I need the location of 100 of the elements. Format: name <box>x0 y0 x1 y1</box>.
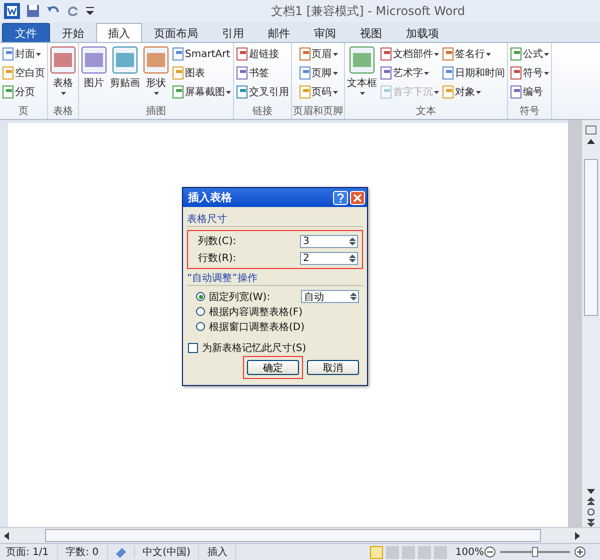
group-label: 符号 <box>518 105 540 119</box>
ribbon-tab[interactable]: 页面布局 <box>142 23 210 42</box>
ribbon-tab[interactable]: 引用 <box>210 23 256 42</box>
ribbon-button[interactable]: SmartArt <box>171 45 232 63</box>
ribbon-button[interactable]: 签名行 <box>441 45 506 63</box>
ribbon-button[interactable]: 图表 <box>171 64 232 82</box>
ribbon-icon <box>380 66 392 80</box>
status-text: 页面: 1/1 <box>4 545 58 559</box>
checkbox[interactable] <box>188 342 198 352</box>
dropdown-field[interactable]: 自动 <box>301 290 359 303</box>
browse-object-icon[interactable] <box>587 508 595 516</box>
number-spinner[interactable]: 3 <box>300 234 358 248</box>
scroll-left-icon[interactable] <box>4 532 9 540</box>
ribbon-button[interactable]: 书签 <box>235 64 290 82</box>
ribbon-button[interactable]: 图片 <box>80 45 108 105</box>
ribbon-button[interactable]: 封面 <box>1 45 46 63</box>
ribbon-icon <box>442 66 454 80</box>
ribbon-icon <box>172 66 184 80</box>
ribbon-button[interactable]: 日期和时间 <box>441 64 506 82</box>
ribbon-button[interactable]: 文本框 <box>346 45 378 105</box>
ribbon-icon <box>236 47 248 61</box>
ribbon-icon <box>510 85 522 99</box>
ribbon-large-icon <box>112 46 138 74</box>
ribbon-button[interactable]: 空白页 <box>1 64 46 82</box>
ribbon-button[interactable]: 页眉 <box>298 45 338 63</box>
scroll-right-icon[interactable] <box>575 532 580 540</box>
scroll-down-icon[interactable] <box>587 489 595 494</box>
ribbon-button[interactable]: 页码 <box>298 83 338 101</box>
ribbon-button[interactable]: 公式 <box>509 45 550 63</box>
spin-arrows-icon[interactable] <box>349 292 358 301</box>
option-label[interactable]: 根据窗口调整表格(D) <box>209 320 305 334</box>
option-label[interactable]: 根据内容调整表格(F) <box>209 304 303 318</box>
ribbon-icon <box>236 66 248 80</box>
ribbon-icon <box>298 47 310 61</box>
radio-button[interactable] <box>196 322 205 331</box>
ribbon-button[interactable]: 艺术字 <box>379 64 440 82</box>
ribbon-button[interactable]: 超链接 <box>235 45 290 63</box>
ribbon-icon <box>172 85 184 99</box>
section-heading: 表格尺寸 <box>187 212 363 227</box>
redo-icon[interactable] <box>66 4 80 18</box>
group-label: 插图 <box>145 105 167 119</box>
field-label: 行数(R): <box>198 252 236 265</box>
zoom-percent[interactable]: 100% <box>455 546 484 558</box>
field-label: 列数(C): <box>198 235 236 248</box>
group-label: 链接 <box>252 105 274 119</box>
ok-button[interactable]: 确定 <box>247 360 299 375</box>
group-label: 页眉和页脚 <box>293 105 343 119</box>
ribbon-button[interactable]: 符号 <box>509 64 550 82</box>
ribbon-tab[interactable]: 视图 <box>348 23 394 42</box>
vertical-scrollbar[interactable] <box>582 120 600 527</box>
close-icon[interactable] <box>350 190 365 204</box>
cancel-button[interactable]: 取消 <box>307 360 359 375</box>
ribbon-icon <box>510 47 522 61</box>
checkbox-label[interactable]: 为新表格记忆此尺寸(S) <box>202 340 306 354</box>
group-label: 文本 <box>415 105 437 119</box>
ribbon-tab[interactable]: 邮件 <box>256 23 302 42</box>
ribbon-button[interactable]: 形状 <box>142 45 170 105</box>
ribbon-icon <box>236 85 248 99</box>
ribbon-tab[interactable]: 开始 <box>50 23 96 42</box>
previous-page-icon[interactable] <box>587 497 595 505</box>
ribbon-button[interactable]: 屏幕截图 <box>171 83 232 101</box>
ribbon-icon <box>2 47 14 61</box>
ribbon-tab[interactable]: 加载项 <box>394 23 451 42</box>
status-text: 中文(中国) <box>134 545 200 559</box>
horizontal-scrollbar[interactable] <box>0 527 600 543</box>
customize-icon[interactable] <box>86 6 94 16</box>
spin-arrows-icon[interactable] <box>348 254 357 262</box>
ribbon-icon <box>298 66 310 80</box>
ribbon-icon <box>2 66 14 80</box>
ribbon-button[interactable]: 交叉引用 <box>235 83 290 101</box>
zoom-out-icon[interactable] <box>484 546 496 558</box>
radio-button[interactable] <box>196 292 205 301</box>
scroll-thumb[interactable] <box>584 159 598 316</box>
zoom-thumb[interactable] <box>532 547 538 557</box>
radio-button[interactable] <box>196 307 205 316</box>
ribbon-icon <box>510 66 522 80</box>
help-icon[interactable] <box>333 190 348 204</box>
ribbon-button[interactable]: 分页 <box>1 83 46 101</box>
zoom-in-icon[interactable] <box>574 546 586 558</box>
status-text[interactable]: 插入 <box>199 545 236 559</box>
ribbon-button[interactable]: 对象 <box>441 83 506 101</box>
dialog-title: 插入表格 <box>188 190 233 205</box>
ribbon-tab[interactable]: 插入 <box>96 23 142 42</box>
scroll-thumb[interactable] <box>45 529 541 542</box>
ribbon-button[interactable]: 编号 <box>509 83 550 101</box>
spin-arrows-icon[interactable] <box>348 236 357 246</box>
window-title: 文档1 [兼容模式] - Microsoft Word <box>270 2 466 20</box>
save-icon[interactable] <box>26 4 40 18</box>
ribbon-large-icon <box>143 46 169 74</box>
ribbon-button[interactable]: 文档部件 <box>379 45 440 63</box>
ruler-toggle-icon[interactable] <box>585 124 597 136</box>
ribbon-button[interactable]: 剪贴画 <box>109 45 141 105</box>
option-label[interactable]: 固定列宽(W): <box>209 290 297 304</box>
ribbon-tab[interactable]: 审阅 <box>302 23 348 42</box>
ribbon-large-icon <box>81 46 107 74</box>
file-tab[interactable]: 文件 <box>2 23 50 42</box>
ribbon-button[interactable]: 表格 <box>49 45 77 105</box>
scroll-up-icon[interactable] <box>587 139 595 144</box>
number-spinner[interactable]: 2 <box>300 252 358 264</box>
ribbon-button[interactable]: 页脚 <box>298 64 338 82</box>
